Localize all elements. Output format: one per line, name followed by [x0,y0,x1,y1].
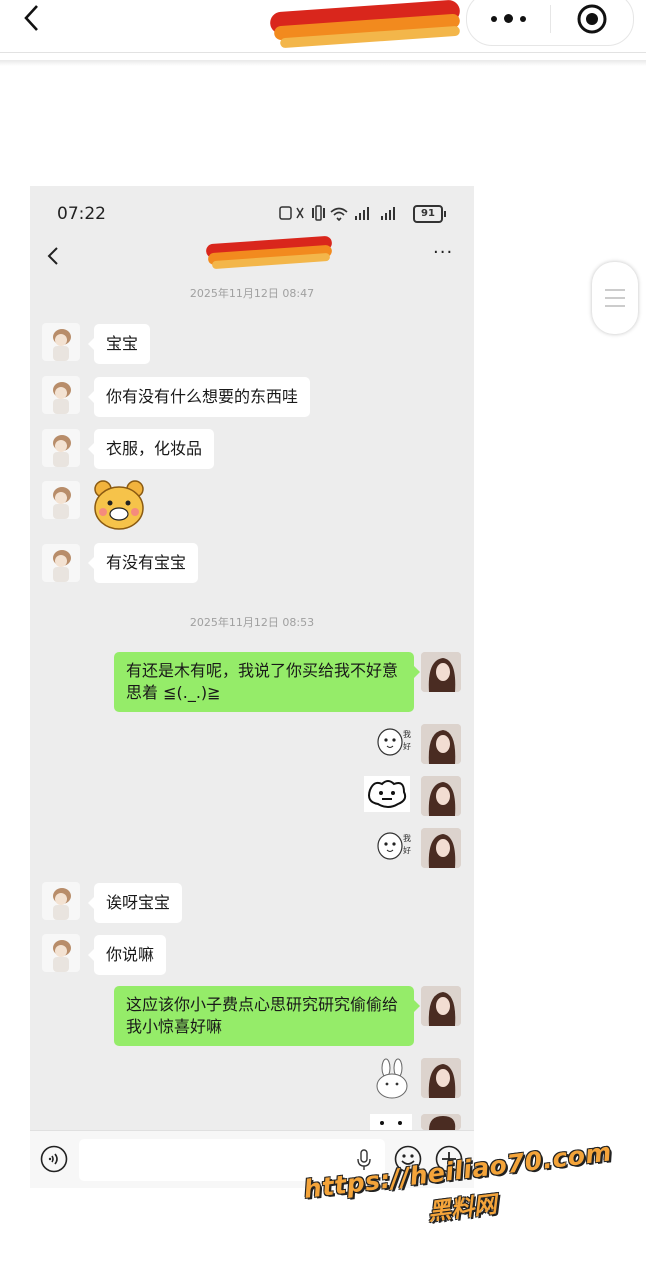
user-avatar[interactable] [421,1058,461,1098]
contact-avatar[interactable] [42,429,80,467]
bear-sticker[interactable] [92,479,146,531]
target-icon[interactable] [575,2,609,36]
top-shadow [0,60,646,66]
user-avatar[interactable] [421,1114,461,1130]
status-bar: 07:22 91 [30,186,474,230]
user-avatar[interactable] [421,724,461,764]
user-avatar[interactable] [421,652,461,692]
back-icon[interactable] [16,2,48,34]
status-icons [279,205,395,221]
chat-header: ··· [30,230,474,280]
text-sticker[interactable]: 我好 [376,724,412,758]
svg-text:好: 好 [403,845,411,855]
voice-icon[interactable] [40,1145,68,1173]
partial-sticker[interactable] [370,1114,412,1130]
svg-text:我: 我 [403,833,411,843]
more-dots-icon[interactable] [487,9,531,29]
svg-text:好: 好 [403,741,411,751]
contact-avatar[interactable] [42,481,80,519]
more-dots-icon[interactable]: ··· [433,242,459,263]
bunny-sticker[interactable] [372,1058,412,1100]
capsule-menu [466,0,634,46]
contact-avatar[interactable] [42,934,80,972]
message-bubble-received[interactable]: 你说嘛 [87,935,167,975]
message-bubble-sent[interactable]: 有还是木有呢，我说了你买给我不好意思着 ≦(._.)≧ [114,652,420,712]
side-float-handle[interactable] [592,262,638,334]
message-bubble-sent[interactable]: 这应该你小子费点心思研究研究偷偷给我小惊喜好嘛 [114,986,420,1046]
text-sticker[interactable]: 我好 [376,828,412,862]
contact-avatar[interactable] [42,544,80,582]
message-bubble-received[interactable]: 宝宝 [87,324,151,364]
top-divider [0,52,646,53]
contact-avatar[interactable] [42,323,80,361]
miniprogram-top-bar [0,0,646,52]
message-bubble-received[interactable]: 你有没有什么想要的东西哇 [87,377,311,417]
battery-indicator: 91 [413,205,446,223]
timestamp: 2025年11月12日 08:47 [189,287,315,300]
chat-screenshot: 07:22 91 ··· 2025年11月12日 08:47 宝宝 你有没有什么… [30,186,474,1188]
status-time: 07:22 [57,204,106,224]
message-bubble-received[interactable]: 有没有宝宝 [87,543,199,583]
svg-text:我: 我 [403,729,411,739]
back-icon[interactable] [44,246,64,266]
user-avatar[interactable] [421,986,461,1026]
doodle-sticker[interactable] [364,776,410,812]
message-bubble-received[interactable]: 诶呀宝宝 [87,883,183,923]
timestamp: 2025年11月12日 08:53 [189,616,315,629]
user-avatar[interactable] [421,776,461,816]
contact-avatar[interactable] [42,376,80,414]
message-bubble-received[interactable]: 衣服，化妆品 [87,429,215,469]
capsule-divider [550,5,551,33]
user-avatar[interactable] [421,828,461,868]
contact-avatar[interactable] [42,882,80,920]
